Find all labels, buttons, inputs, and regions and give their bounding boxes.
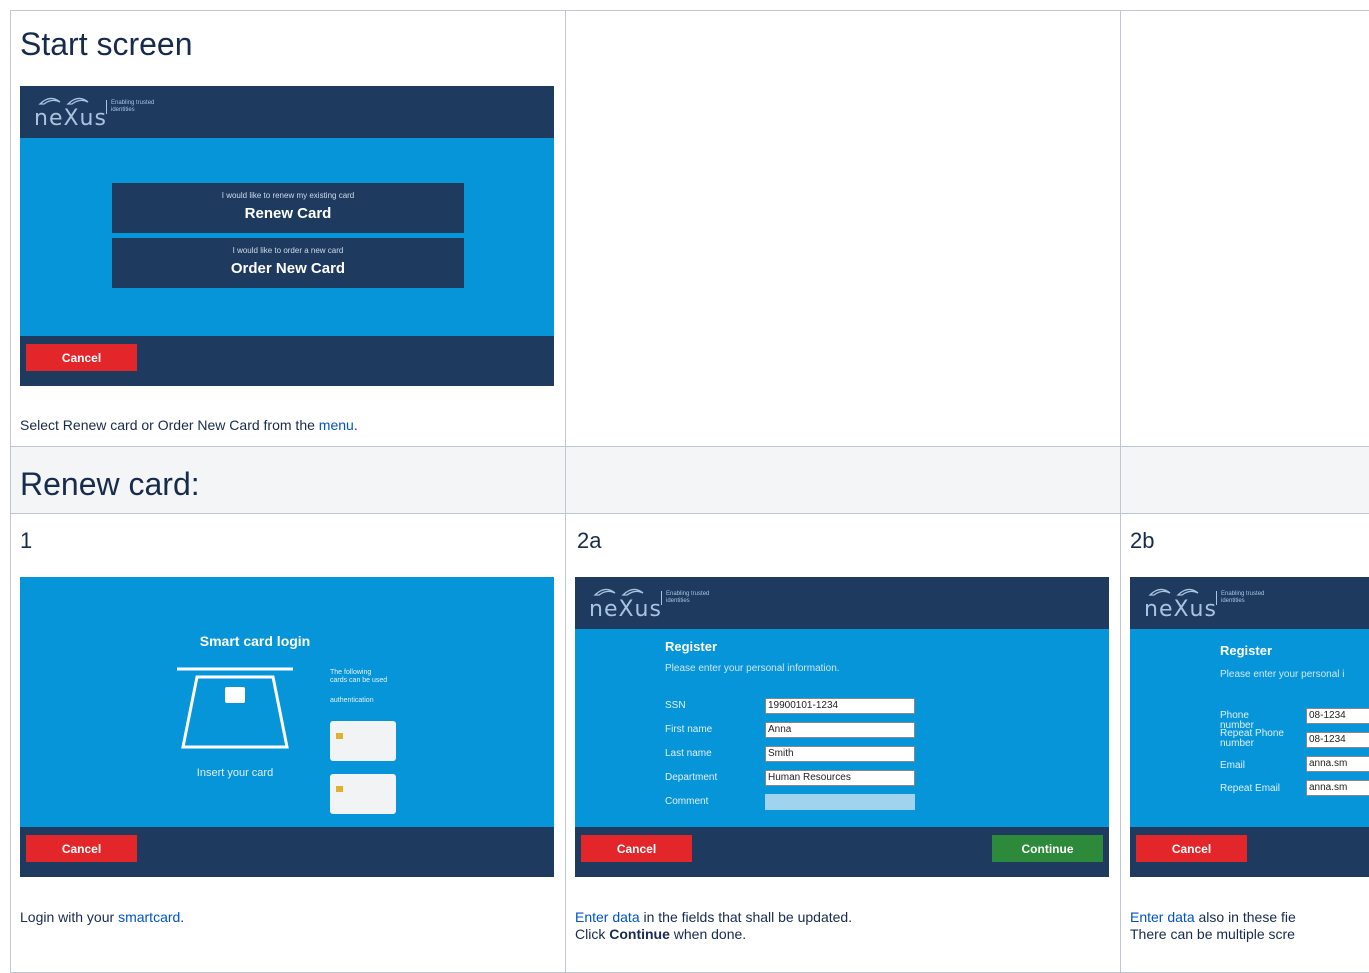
step-2b-kiosk-screenshot: neXus Enabling trusted identities Regist… [1130, 577, 1369, 877]
kiosk-body: I would like to renew my existing card R… [20, 138, 554, 336]
logo-tagline: Enabling trusted identities [106, 100, 161, 114]
chip-icon [336, 733, 343, 739]
renew-card-option[interactable]: I would like to renew my existing card R… [112, 183, 464, 233]
cancel-button[interactable]: Cancel [26, 835, 137, 862]
order-new-card-label: Order New Card [230, 260, 346, 277]
insert-card-text: Insert your card [196, 767, 274, 779]
card-reader-icon [177, 667, 293, 749]
repeat-email-input[interactable]: anna.sm [1306, 780, 1369, 796]
renew-header-cell-3 [1120, 446, 1369, 514]
order-new-card-option[interactable]: I would like to order a new card Order N… [112, 238, 464, 288]
field-label: Last name [665, 748, 712, 759]
screen-title: Smart card login [199, 633, 311, 649]
kiosk-footer: Cancel [20, 336, 554, 386]
caption-text: Login with your [20, 909, 119, 925]
start-kiosk-screenshot: neXus Enabling trusted identities I woul… [20, 86, 554, 386]
smartcard-link[interactable]: smartcard [118, 909, 180, 925]
step-number: 1 [20, 528, 33, 553]
caption-text: also in these fie [1194, 909, 1296, 925]
caption-line-2: There can be multiple scre [1130, 926, 1295, 942]
continue-emphasis: Continue [609, 926, 670, 942]
step-number: 2a [577, 528, 602, 553]
phone-input[interactable]: 08-1234 [1306, 708, 1369, 724]
field-label: Repeat Email [1220, 783, 1281, 794]
step-number: 2b [1130, 528, 1155, 553]
repeat-phone-input[interactable]: 08-1234 [1306, 732, 1369, 748]
kiosk-header: neXus Enabling trusted identities [20, 86, 554, 138]
kiosk-header: neXus Enabling trusted identities [1130, 577, 1369, 629]
start-caption-end: . [353, 417, 358, 433]
kiosk-footer: Cancel [20, 827, 554, 877]
field-label: Email [1220, 760, 1246, 771]
card-types-note: The following cards can be used [330, 669, 388, 684]
renew-header-cell-2 [565, 446, 1121, 514]
caption-text: in the fields that shall be updated. [639, 909, 853, 925]
cancel-button[interactable]: Cancel [581, 835, 692, 862]
step-2a-caption: Enter data in the fields that shall be u… [575, 909, 852, 943]
kiosk-body: Smart card login Insert your card The fo… [20, 577, 554, 827]
empty-cell-2 [1120, 10, 1369, 447]
kiosk-body: Register Please enter your personal i Ph… [1130, 629, 1369, 827]
field-label: Department [665, 772, 718, 783]
kiosk-body: Register Please enter your personal info… [575, 629, 1109, 827]
form-subtitle: Please enter your personal i [1220, 669, 1345, 680]
renew-card-label: Renew Card [244, 205, 332, 222]
caption-text: Click [575, 926, 610, 942]
logo-tagline: Enabling trusted identities [661, 591, 716, 605]
renew-card-title: Renew card: [20, 466, 200, 502]
start-screen-title: Start screen [20, 26, 193, 62]
kiosk-header: neXus Enabling trusted identities [575, 577, 1109, 629]
order-new-card-subtitle: I would like to order a new card [232, 246, 344, 255]
step-2a-kiosk-screenshot: neXus Enabling trusted identities Regist… [575, 577, 1109, 877]
field-label: First name [665, 724, 713, 735]
caption-line-1: Enter data also in these fie [1130, 909, 1369, 926]
department-input[interactable]: Human Resources [765, 770, 915, 786]
renew-card-subtitle: I would like to renew my existing card [221, 191, 355, 200]
form-title: Register [665, 639, 718, 654]
logo-word: neXus [34, 106, 107, 131]
nexus-logo: neXus Enabling trusted identities [1144, 585, 1264, 622]
enter-data-link[interactable]: Enter data [1130, 909, 1195, 925]
step-1-kiosk-screenshot: neXus Enabling trusted identities Smart … [20, 577, 554, 877]
email-input[interactable]: anna.sm [1306, 756, 1369, 772]
authentication-note: authentication [330, 697, 374, 704]
form-subtitle: Please enter your personal information. [665, 663, 840, 674]
caption-line-1: Enter data in the fields that shall be u… [575, 909, 852, 926]
field-label: SSN [665, 700, 686, 711]
form-title: Register [1220, 643, 1273, 658]
kiosk-footer: Cancel [1130, 827, 1369, 877]
kiosk-footer: Cancel Continue [575, 827, 1109, 877]
ssn-input[interactable]: 19900101-1234 [765, 698, 915, 714]
empty-cell-1 [565, 10, 1121, 447]
logo-word: neXus [1144, 597, 1217, 622]
start-caption: Select Renew card or Order New Card from… [20, 417, 358, 434]
caption-line-2: Click Continue when done. [575, 926, 852, 943]
comment-input[interactable] [765, 794, 915, 810]
last-name-input[interactable]: Smith [765, 746, 915, 762]
first-name-input[interactable]: Anna [765, 722, 915, 738]
field-label: Comment [665, 796, 709, 807]
nexus-logo: neXus Enabling trusted identities [34, 94, 154, 131]
field-label: Repeat Phone number [1220, 728, 1284, 749]
smart-card-image [330, 721, 396, 761]
nexus-logo: neXus Enabling trusted identities [589, 585, 709, 622]
menu-link[interactable]: menu [319, 417, 354, 433]
chip-icon [336, 786, 343, 792]
logo-word: neXus [589, 597, 662, 622]
continue-button[interactable]: Continue [992, 835, 1103, 862]
start-caption-text: Select Renew card or Order New Card from… [20, 417, 319, 433]
logo-tagline: Enabling trusted identities [1216, 591, 1271, 605]
smart-card-image [330, 774, 396, 814]
cancel-button[interactable]: Cancel [26, 344, 137, 371]
enter-data-link[interactable]: Enter data [575, 909, 640, 925]
caption-text: when done. [669, 926, 747, 942]
step-2b-caption: Enter data also in these fie There can b… [1130, 909, 1369, 943]
step-1-caption: Login with your smartcard. [20, 909, 184, 926]
caption-end: . [180, 909, 185, 925]
cancel-button[interactable]: Cancel [1136, 835, 1247, 862]
